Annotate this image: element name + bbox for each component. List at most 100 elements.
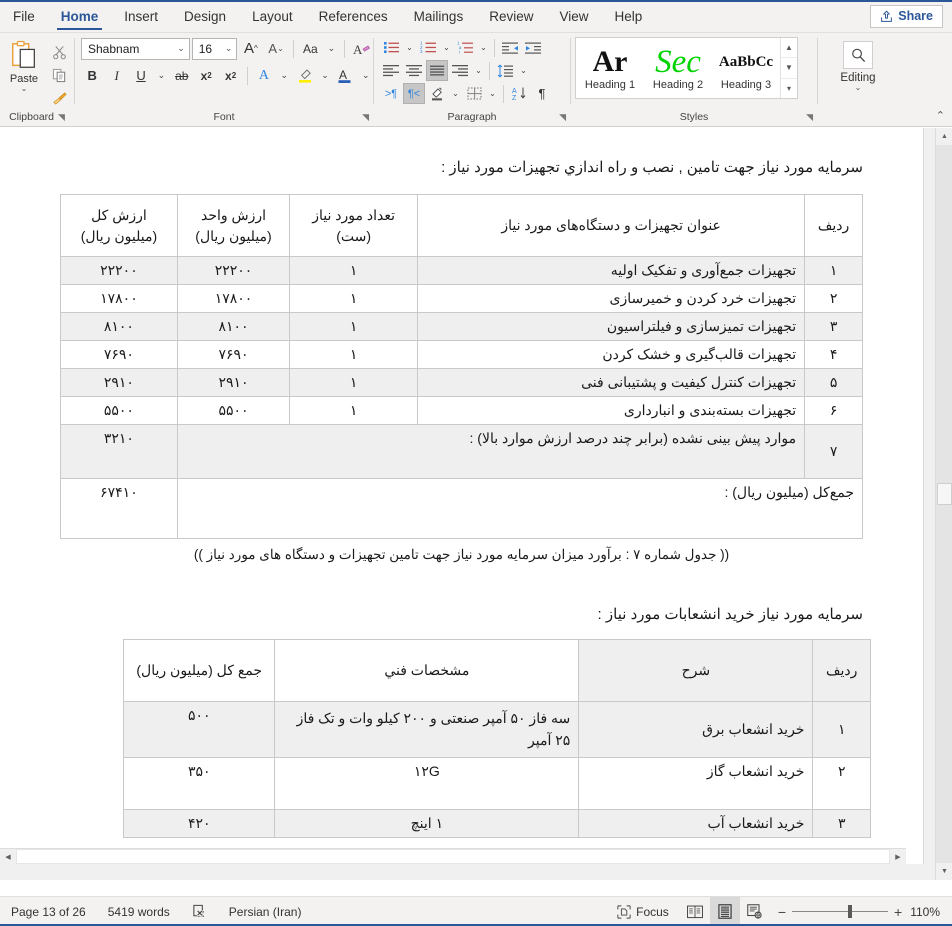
styles-dialog-launcher-icon[interactable]: ◥	[806, 113, 813, 122]
numbering-button[interactable]: 1 2 3	[417, 37, 439, 58]
style-heading-3[interactable]: AaBbCc Heading 3	[712, 38, 780, 98]
multilevel-chevron-down-icon[interactable]: ⌄	[477, 37, 490, 58]
vscroll-thumb[interactable]	[937, 483, 952, 505]
style-preview-text: AaBbCc	[718, 53, 774, 70]
align-chevron-down-icon[interactable]: ⌄	[472, 60, 485, 81]
numbering-chevron-down-icon[interactable]: ⌄	[440, 37, 453, 58]
style-heading-1[interactable]: Ar Heading 1	[576, 38, 644, 98]
zoom-in-button[interactable]: +	[894, 905, 902, 919]
borders-chevron-down-icon[interactable]: ⌄	[486, 83, 499, 104]
word-count[interactable]: 5419 words	[97, 897, 181, 926]
scroll-up-arrow-icon[interactable]: ▲	[936, 128, 952, 145]
font-color-chevron-down-icon[interactable]: ⌄	[359, 64, 373, 87]
view-print-layout-button[interactable]	[709, 897, 740, 926]
font-row-1: Shabnam ⌄ 16 ⌄ A ^ A ⌄ Aa ⌄ A	[81, 37, 373, 60]
paste-chevron-down-icon[interactable]: ⌄	[21, 85, 28, 93]
editing-button[interactable]: Editing ⌄	[818, 37, 898, 92]
tab-mailings[interactable]: Mailings	[401, 0, 477, 32]
font-dialog-launcher-icon[interactable]: ◥	[362, 113, 369, 122]
bullets-button[interactable]	[380, 37, 402, 58]
font-size-combobox[interactable]: 16 ⌄	[191, 37, 238, 60]
underline-button[interactable]: U	[130, 64, 152, 87]
scroll-left-arrow-icon[interactable]: ◀	[0, 849, 16, 864]
strikethrough-button[interactable]: ab	[171, 64, 193, 87]
decrease-indent-button[interactable]	[499, 37, 521, 58]
text-highlight-color-button[interactable]	[293, 64, 315, 87]
ltr-text-direction-button[interactable]: >¶	[380, 83, 402, 104]
align-right-button[interactable]	[449, 60, 471, 81]
clear-formatting-button[interactable]: A	[350, 37, 373, 60]
tab-review[interactable]: Review	[476, 0, 546, 32]
bullets-chevron-down-icon[interactable]: ⌄	[403, 37, 416, 58]
zoom-track[interactable]	[792, 905, 888, 918]
styles-more-icon[interactable]: ▾	[781, 79, 797, 98]
text-effects-button[interactable]: A	[253, 64, 275, 87]
line-spacing-button[interactable]	[494, 60, 516, 81]
bold-button[interactable]: B	[81, 64, 103, 87]
language-indicator[interactable]: Persian (Iran)	[218, 897, 313, 926]
tab-file[interactable]: File	[0, 0, 48, 32]
vertical-scrollbar[interactable]: ▲ ▼	[935, 128, 952, 880]
vscroll-track[interactable]	[936, 145, 952, 863]
divider	[246, 66, 248, 85]
tab-help[interactable]: Help	[602, 0, 656, 32]
superscript-button[interactable]: x2	[219, 64, 241, 87]
cut-button[interactable]	[48, 42, 70, 62]
subscript-button[interactable]: x2	[195, 64, 217, 87]
styles-scroll-up-icon[interactable]: ▲	[781, 38, 797, 59]
tab-insert[interactable]: Insert	[111, 0, 171, 32]
copy-button[interactable]	[48, 65, 70, 85]
borders-button[interactable]	[463, 83, 485, 104]
underline-chevron-down-icon[interactable]: ⌄	[154, 64, 168, 87]
line-spacing-chevron-down-icon[interactable]: ⌄	[517, 60, 530, 81]
shading-chevron-down-icon[interactable]: ⌄	[449, 83, 462, 104]
editing-chevron-down-icon[interactable]: ⌄	[855, 84, 862, 92]
zoom-slider[interactable]: − +	[770, 905, 910, 919]
paragraph-dialog-launcher-icon[interactable]: ◥	[559, 113, 566, 122]
proofing-status-button[interactable]	[181, 897, 218, 926]
horizontal-scrollbar[interactable]: ◀ ▶	[0, 848, 906, 864]
view-read-mode-button[interactable]	[680, 897, 710, 926]
share-button[interactable]: Share	[870, 4, 943, 28]
rtl-text-direction-button[interactable]: ¶<	[403, 83, 425, 104]
scroll-right-arrow-icon[interactable]: ▶	[890, 849, 906, 864]
zoom-level-label[interactable]: 110%	[910, 905, 952, 919]
clipboard-dialog-launcher-icon[interactable]: ◥	[58, 112, 65, 122]
font-color-button[interactable]: A	[334, 64, 356, 87]
format-painter-button[interactable]	[48, 88, 70, 108]
tab-references[interactable]: References	[306, 0, 401, 32]
page-indicator[interactable]: Page 13 of 26	[0, 897, 97, 926]
show-formatting-marks-button[interactable]: ¶	[531, 83, 553, 104]
view-web-layout-button[interactable]	[740, 897, 770, 926]
styles-scroll-down-icon[interactable]: ▼	[781, 58, 797, 79]
font-name-combobox[interactable]: Shabnam ⌄	[81, 37, 190, 60]
scroll-down-arrow-icon[interactable]: ▼	[936, 863, 952, 880]
change-case-chevron-down-icon[interactable]: ⌄	[324, 37, 339, 60]
style-heading-2[interactable]: Sec Heading 2	[644, 38, 712, 98]
shrink-font-button[interactable]: A ⌄	[264, 37, 287, 60]
text-effects-chevron-down-icon[interactable]: ⌄	[277, 64, 291, 87]
shading-button[interactable]	[426, 83, 448, 104]
tab-layout[interactable]: Layout	[239, 0, 306, 32]
change-case-button[interactable]: Aa	[299, 37, 322, 60]
zoom-out-button[interactable]: −	[778, 905, 786, 919]
hscroll-track[interactable]	[16, 849, 890, 864]
collapse-ribbon-button[interactable]: ⌃	[936, 109, 945, 122]
tab-home[interactable]: Home	[48, 0, 112, 32]
italic-button[interactable]: I	[105, 64, 127, 87]
increase-indent-button[interactable]	[522, 37, 544, 58]
grow-font-button[interactable]: A ^	[239, 37, 262, 60]
highlight-chevron-down-icon[interactable]: ⌄	[318, 64, 332, 87]
tab-design[interactable]: Design	[171, 0, 239, 32]
tab-view[interactable]: View	[546, 0, 601, 32]
paste-button[interactable]: Paste ⌄	[0, 37, 48, 93]
align-justify-button[interactable]	[426, 60, 448, 81]
align-left-button[interactable]	[380, 60, 402, 81]
sort-button[interactable]: A Z	[508, 83, 530, 104]
document-page[interactable]: سرمایه مورد نیاز جهت تامین , نصب و راه ا…	[0, 128, 924, 864]
align-center-button[interactable]	[403, 60, 425, 81]
multilevel-list-button[interactable]: 1 a i	[454, 37, 476, 58]
table2-header-row-no: ردیف	[812, 639, 871, 702]
zoom-thumb[interactable]	[848, 905, 852, 918]
focus-mode-button[interactable]: Focus	[606, 897, 680, 926]
